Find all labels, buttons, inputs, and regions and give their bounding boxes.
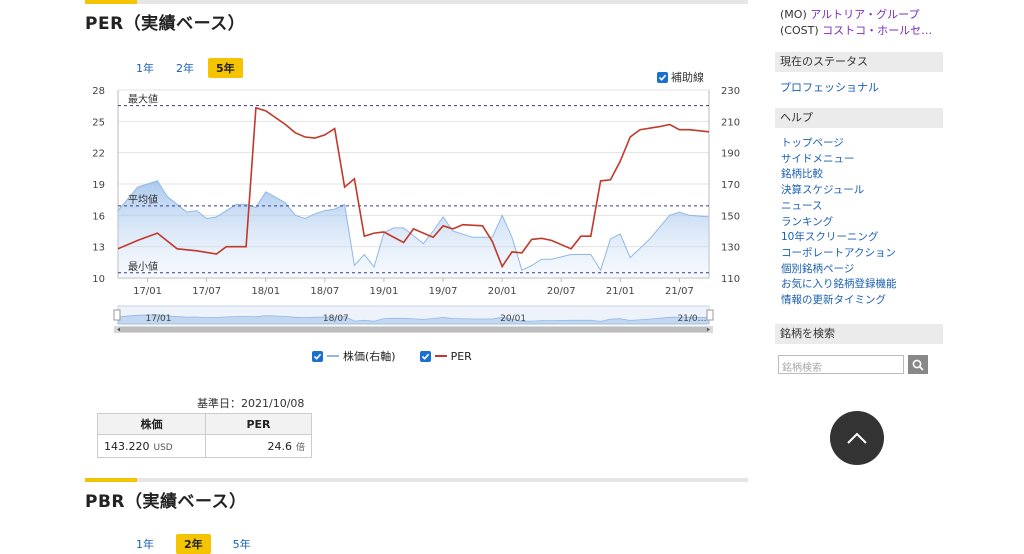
table-header-per: PER	[205, 413, 312, 435]
x-tick-label: 17/01	[133, 286, 162, 297]
checkbox-icon[interactable]	[312, 350, 323, 362]
legend-swatch-price	[327, 355, 339, 357]
reference-line-label: 最小値	[128, 260, 158, 273]
y-right-tick-label: 210	[721, 117, 740, 128]
navigator-label: 18/07	[323, 314, 349, 324]
x-tick-label: 19/01	[370, 286, 399, 297]
pbr-tab-5y[interactable]: 5年	[225, 534, 259, 554]
help-link[interactable]: 情報の更新タイミング	[781, 293, 897, 309]
sidebar-stock-item[interactable]: (MO) アルトリア・グループ	[780, 6, 919, 22]
stat-table: 株価 PER 143.220 USD 24.6 倍	[97, 413, 312, 458]
help-link[interactable]: ニュース	[781, 199, 897, 215]
status-value-link[interactable]: プロフェッショナル	[780, 79, 879, 95]
x-tick-label: 21/07	[665, 286, 694, 297]
tab-1y[interactable]: 1年	[128, 58, 162, 78]
pbr-tab-2y[interactable]: 2年	[176, 534, 211, 554]
legend-swatch-per	[434, 355, 447, 357]
y-right-tick-label: 170	[721, 180, 740, 191]
search-button[interactable]	[908, 355, 928, 374]
y-right-tick-label: 130	[721, 243, 740, 254]
reference-line-label: 平均値	[128, 193, 158, 206]
help-link[interactable]: お気に入り銘柄登録機能	[781, 277, 897, 293]
navigator-scrollbar-thumb[interactable]	[120, 327, 707, 332]
y-left-tick-label: 28	[92, 86, 105, 97]
section-title-pbr: PBR（実績ベース）	[85, 492, 247, 512]
pbr-tab-1y[interactable]: 1年	[128, 534, 162, 554]
y-left-tick-label: 19	[92, 180, 105, 191]
y-right-tick-label: 110	[721, 274, 740, 285]
table-header-price: 株価	[97, 413, 206, 435]
stock-code: (COST)	[780, 24, 819, 37]
help-link[interactable]: 個別銘柄ページ	[781, 262, 897, 278]
sidebar-stock-item[interactable]: (COST) コストコ・ホールセ…	[780, 22, 932, 38]
stock-code: (MO)	[780, 8, 807, 21]
y-left-tick-label: 25	[92, 117, 105, 128]
search-input[interactable]: 銘柄検索	[778, 355, 904, 374]
x-tick-label: 19/07	[429, 286, 458, 297]
legend-label-price: 株価(右軸)	[343, 350, 396, 363]
navigator-label: 17/01	[146, 314, 172, 324]
section-divider	[85, 0, 748, 4]
price-value: 143.220	[104, 439, 150, 453]
y-left-tick-label: 22	[92, 149, 105, 160]
checkbox-icon[interactable]	[419, 350, 431, 362]
stock-name-link[interactable]: アルトリア・グループ	[810, 8, 919, 21]
chart-legend: 株価(右軸) PER	[312, 348, 472, 364]
navigator-handle-right[interactable]	[706, 309, 714, 321]
sidebar-heading-search: 銘柄を検索	[775, 324, 943, 344]
help-links: トップページ サイドメニュー 銘柄比較 決算スケジュール ニュース ランキング …	[781, 136, 897, 309]
navigator-label: 21/0…	[677, 314, 706, 324]
help-link[interactable]: サイドメニュー	[781, 152, 897, 168]
price-cell: 143.220 USD	[97, 434, 206, 458]
base-date: 基準日：2021/10/08	[197, 397, 305, 410]
sidebar-heading-help: ヘルプ	[775, 108, 943, 128]
x-tick-label: 17/07	[192, 286, 221, 297]
table-row: 143.220 USD 24.6 倍	[97, 434, 312, 458]
legend-label-per: PER	[450, 349, 472, 363]
y-right-tick-label: 190	[721, 149, 740, 160]
per-unit: 倍	[295, 442, 305, 453]
x-tick-label: 18/01	[251, 286, 280, 297]
help-link[interactable]: ランキング	[781, 215, 897, 231]
page-title: PER（実績ベース）	[85, 14, 246, 34]
per-value: 24.6	[267, 439, 292, 453]
x-tick-label: 20/01	[488, 286, 517, 297]
tab-5y[interactable]: 5年	[208, 58, 243, 78]
help-link[interactable]: トップページ	[781, 136, 897, 152]
stock-name-link[interactable]: コストコ・ホールセ…	[822, 24, 932, 37]
price-unit: USD	[153, 442, 173, 453]
x-tick-label: 20/07	[547, 286, 576, 297]
sidebar-heading-status: 現在のステータス	[775, 52, 943, 72]
y-left-tick-label: 10	[92, 274, 105, 285]
help-link[interactable]: 10年スクリーニング	[781, 230, 897, 246]
legend-item-price[interactable]: 株価(右軸)	[312, 348, 396, 364]
y-left-tick-label: 16	[92, 211, 105, 222]
chevron-up-icon	[847, 432, 867, 444]
scroll-to-top-button[interactable]	[830, 411, 884, 465]
pbr-period-tabs: 1年 2年 5年	[128, 534, 259, 554]
reference-line-label: 最大値	[128, 93, 158, 106]
per-cell: 24.6 倍	[205, 434, 312, 458]
x-tick-label: 18/07	[310, 286, 339, 297]
y-right-tick-label: 230	[721, 86, 740, 97]
navigator-label: 20/01	[500, 314, 526, 324]
period-tabs: 1年 2年 5年	[128, 58, 243, 78]
y-left-tick-label: 13	[92, 243, 105, 254]
help-link[interactable]: コーポレートアクション	[781, 246, 897, 262]
per-chart: 10 110 13 130 16 150 19 170 22 190 25 210 28 230 17/01…	[92, 86, 740, 333]
navigator-handle-left[interactable]	[113, 309, 121, 321]
y-right-tick-label: 150	[721, 211, 740, 222]
x-tick-label: 21/01	[606, 286, 635, 297]
help-link[interactable]: 銘柄比較	[781, 167, 897, 183]
legend-item-per[interactable]: PER	[419, 349, 472, 363]
tab-2y[interactable]: 2年	[168, 58, 202, 78]
help-link[interactable]: 決算スケジュール	[781, 183, 897, 199]
section-divider	[85, 478, 748, 482]
search-icon	[912, 359, 924, 371]
